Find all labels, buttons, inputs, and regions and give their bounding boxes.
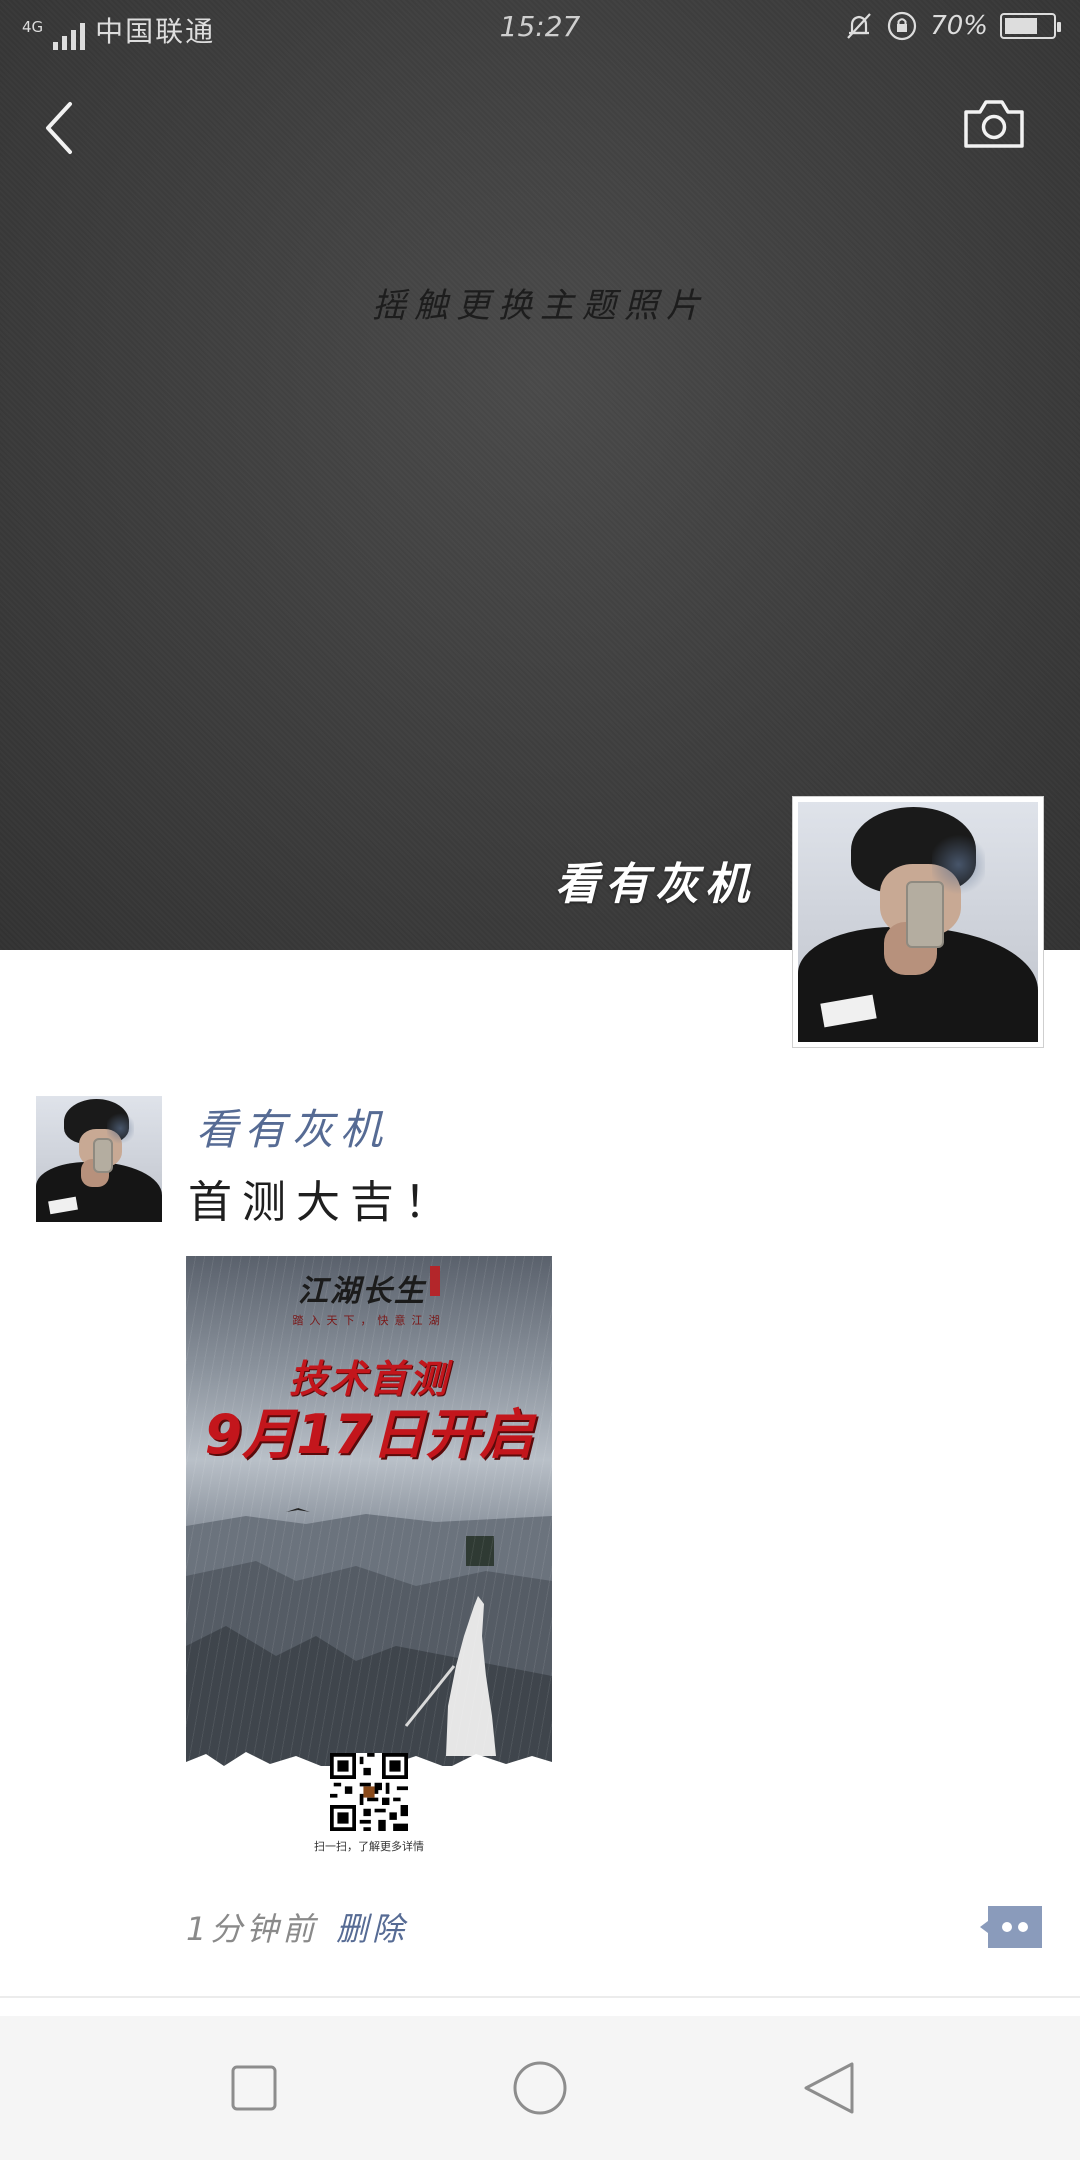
poster-logo: 江湖长生 (186, 1266, 552, 1310)
chevron-left-icon (46, 102, 72, 154)
profile-avatar[interactable] (792, 796, 1044, 1048)
system-nav-bar (0, 2016, 1080, 2160)
circle-icon (513, 2061, 567, 2115)
poster-date: 9月17日开启 (204, 1403, 534, 1466)
post-timestamp: 1分钟前 (186, 1910, 319, 1948)
cover-change-hint[interactable]: 摇触更换主题照片 (0, 278, 1080, 327)
qr-caption: 扫一扫，了解更多详情 (314, 1840, 424, 1853)
battery-percent: 70% (930, 11, 988, 41)
back-button[interactable] (36, 92, 96, 162)
recent-apps-button[interactable] (218, 2052, 290, 2124)
post-image[interactable]: 江湖长生 踏入天下，快意江湖 技术首测 9月17日开启 扫一扫，了解更多详情 (186, 1256, 552, 1856)
triangle-back-icon (804, 2062, 854, 2114)
post-author-avatar[interactable] (36, 1096, 162, 1222)
mute-bell-icon (847, 13, 872, 39)
battery-fill (1005, 18, 1038, 34)
divider (0, 1996, 1080, 1998)
poster-rain (186, 1256, 552, 1766)
post-text: 首测大吉！ (188, 1177, 458, 1228)
home-button[interactable] (504, 2052, 576, 2124)
comment-button[interactable] (978, 1904, 1044, 1950)
post-avatar-photo (36, 1096, 162, 1222)
profile-user-name: 看有灰机 (555, 859, 755, 910)
camera-icon (964, 100, 1024, 148)
camera-button[interactable] (962, 96, 1026, 152)
rotation-lock-icon (888, 11, 917, 41)
moments-screen: 4G 中国联通 15:27 70% 摇触更换主题照片 看有灰机 看有灰机 首测大… (0, 0, 1080, 2160)
delete-button[interactable]: 删除 (336, 1904, 408, 1950)
comment-more-icon (980, 1906, 1042, 1948)
avatar-photo (798, 802, 1038, 1042)
status-right: 70% (844, 10, 1061, 42)
battery-icon (1000, 13, 1061, 39)
square-icon (231, 2065, 277, 2111)
post-author-name[interactable]: 看有灰机 (196, 1096, 388, 1157)
poster-slogan: 踏入天下，快意江湖 (292, 1314, 446, 1327)
system-back-button[interactable] (792, 2052, 864, 2124)
qr-code (330, 1753, 408, 1831)
status-bar: 4G 中国联通 15:27 70% (0, 0, 1080, 54)
